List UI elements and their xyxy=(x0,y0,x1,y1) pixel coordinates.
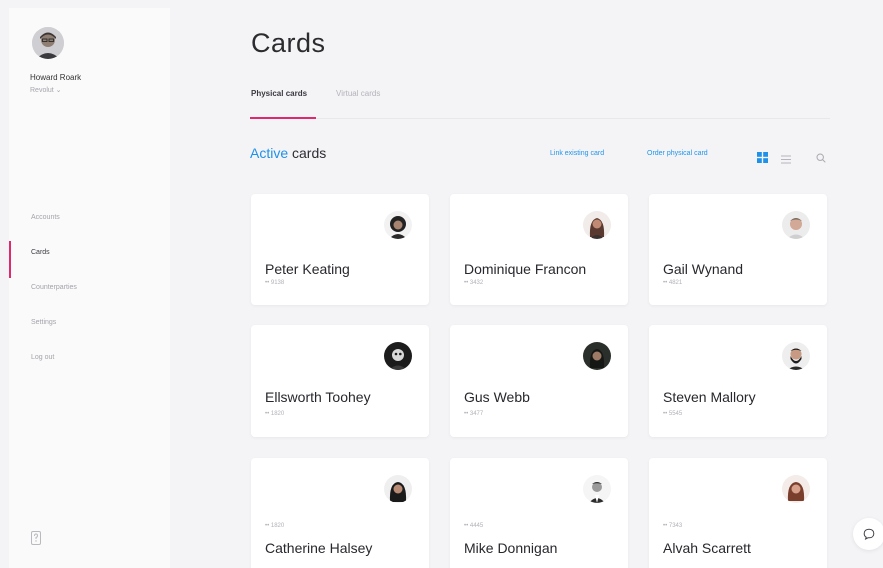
cardholder-name: Gail Wynand xyxy=(663,261,744,277)
cardholder-name: Dominique Francon xyxy=(464,261,587,277)
sidebar-item-cards[interactable]: Cards xyxy=(9,241,170,283)
card-number: •• 3477 xyxy=(464,411,484,417)
card-tabs: Physical cards Virtual cards xyxy=(250,88,830,119)
section-title-rest: cards xyxy=(288,145,327,161)
cardholder-name: Peter Keating xyxy=(265,261,350,277)
section-title-accent: Active xyxy=(250,145,289,161)
cardholder-name: Ellsworth Toohey xyxy=(265,389,371,405)
card-number: •• 7343 xyxy=(663,523,683,529)
card-alvah-scarrett[interactable]: •• 7343 Alvah Scarrett xyxy=(649,458,827,568)
cardholder-name: Catherine Halsey xyxy=(265,540,373,556)
sidebar: Howard Roark Revolut ⌄ Accounts Cards Co… xyxy=(9,8,170,568)
cardholder-avatar xyxy=(583,211,611,239)
card-number: •• 4821 xyxy=(663,280,683,286)
cardholder-avatar xyxy=(583,475,611,503)
help-icon[interactable] xyxy=(30,530,42,546)
cardholder-name: Steven Mallory xyxy=(663,389,756,405)
cardholder-avatar xyxy=(782,342,810,370)
list-view-icon[interactable] xyxy=(781,151,791,164)
tab-physical-cards[interactable]: Physical cards xyxy=(251,89,307,98)
sidebar-item-accounts[interactable]: Accounts xyxy=(9,213,170,248)
card-mike-donnigan[interactable]: •• 4445 Mike Donnigan xyxy=(450,458,628,568)
sidebar-item-counterparties[interactable]: Counterparties xyxy=(9,283,170,318)
app-window: Howard Roark Revolut ⌄ Accounts Cards Co… xyxy=(0,0,883,568)
chat-button[interactable] xyxy=(853,518,883,550)
card-ellsworth-toohey[interactable]: Ellsworth Toohey •• 1820 xyxy=(251,325,429,437)
sidebar-item-log-out[interactable]: Log out xyxy=(9,353,170,388)
card-number: •• 5545 xyxy=(663,411,683,417)
user-name: Howard Roark xyxy=(30,73,82,82)
card-number: •• 1820 xyxy=(265,411,285,417)
section-title: Active cards xyxy=(250,145,326,161)
user-avatar[interactable] xyxy=(32,27,64,59)
card-steven-mallory[interactable]: Steven Mallory •• 5545 xyxy=(649,325,827,437)
card-number: •• 1820 xyxy=(265,523,285,529)
active-tab-underline xyxy=(250,117,316,119)
order-physical-card-button[interactable]: Order physical card xyxy=(647,150,708,157)
cardholder-avatar xyxy=(782,211,810,239)
page-title: Cards xyxy=(251,28,326,58)
main-content: Cards Physical cards Virtual cards Activ… xyxy=(250,0,830,568)
search-icon[interactable] xyxy=(816,150,826,163)
card-gail-wynand[interactable]: Gail Wynand •• 4821 xyxy=(649,194,827,305)
card-number: •• 3432 xyxy=(464,280,484,286)
tab-virtual-cards[interactable]: Virtual cards xyxy=(336,89,380,98)
card-dominique-francon[interactable]: Dominique Francon •• 3432 xyxy=(450,194,628,305)
cardholder-name: Alvah Scarrett xyxy=(663,540,751,556)
card-peter-keating[interactable]: Peter Keating •• 9138 xyxy=(251,194,429,305)
cardholder-name: Gus Webb xyxy=(464,389,530,405)
grid-view-icon[interactable] xyxy=(757,150,768,163)
card-number: •• 4445 xyxy=(464,523,484,529)
sidebar-nav: Accounts Cards Counterparties Settings L… xyxy=(9,213,170,388)
cardholder-avatar xyxy=(384,475,412,503)
cardholder-avatar xyxy=(782,475,810,503)
cardholder-name: Mike Donnigan xyxy=(464,540,558,556)
card-catherine-halsey[interactable]: •• 1820 Catherine Halsey xyxy=(251,458,429,568)
cardholder-avatar xyxy=(384,342,412,370)
cardholder-avatar xyxy=(384,211,412,239)
cardholder-avatar xyxy=(583,342,611,370)
org-switcher[interactable]: Revolut ⌄ xyxy=(30,86,62,94)
sidebar-item-settings[interactable]: Settings xyxy=(9,318,170,353)
card-gus-webb[interactable]: Gus Webb •• 3477 xyxy=(450,325,628,437)
card-number: •• 9138 xyxy=(265,280,285,286)
link-existing-card-button[interactable]: Link existing card xyxy=(550,150,604,157)
chat-bubble-icon xyxy=(863,528,875,540)
